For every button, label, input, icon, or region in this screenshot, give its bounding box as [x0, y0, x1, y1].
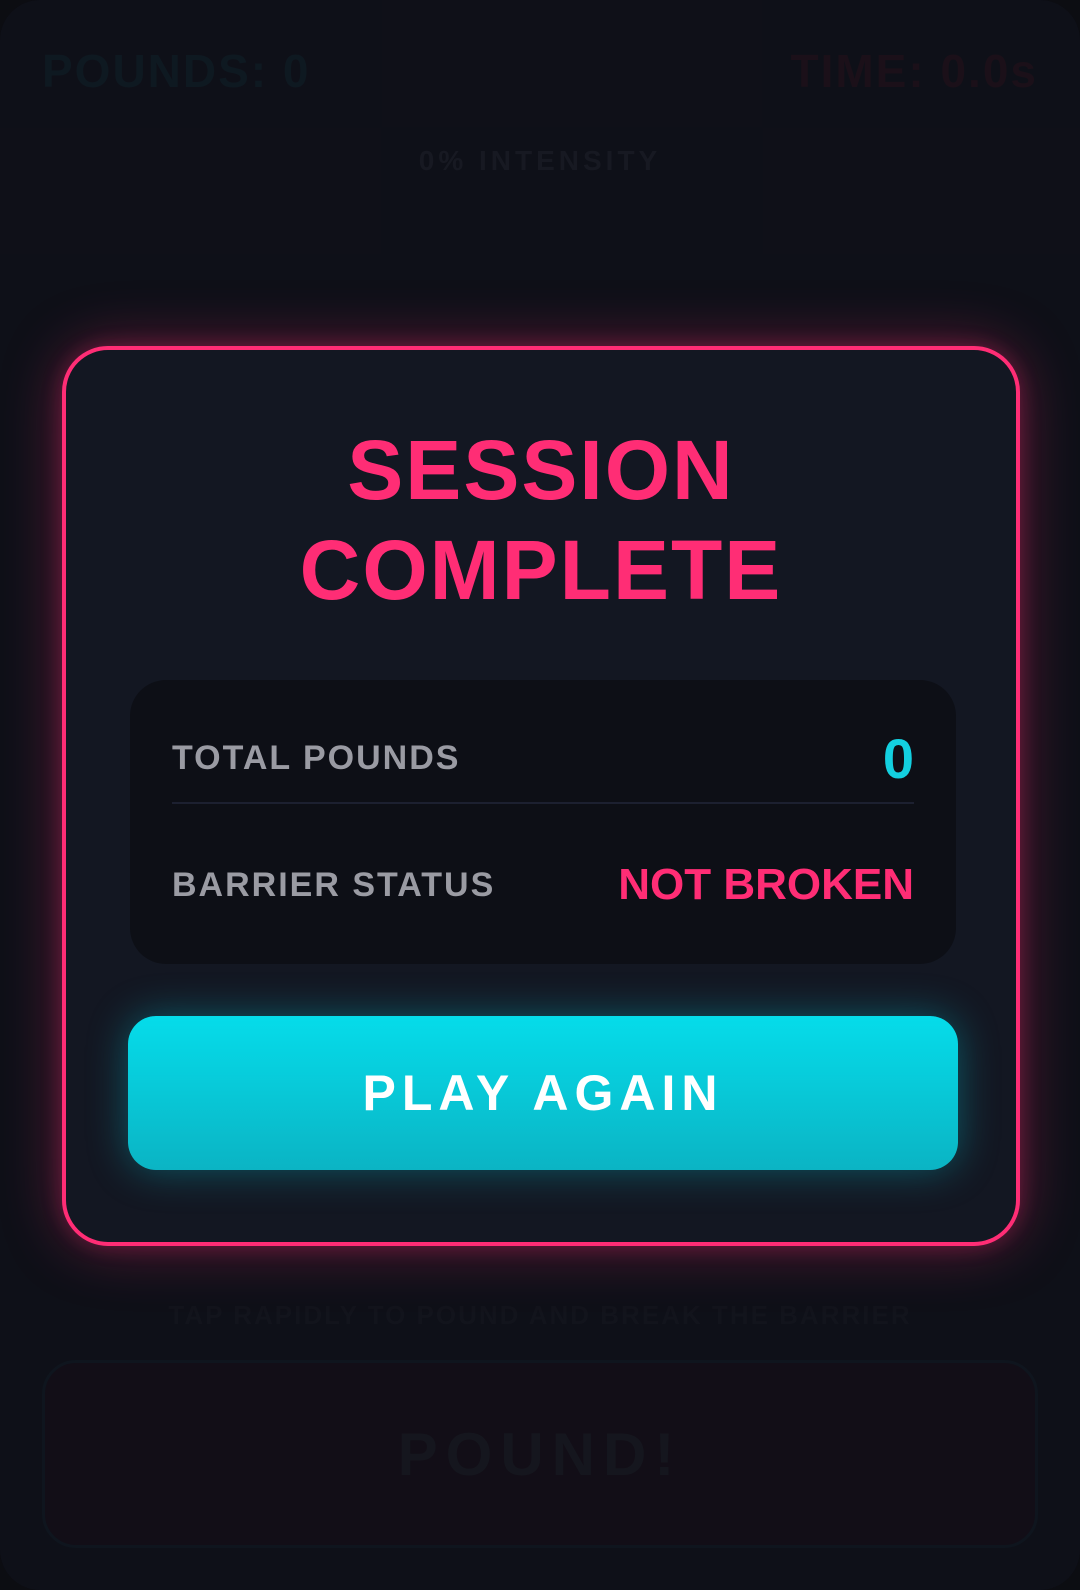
total-pounds-value: 0	[882, 726, 914, 790]
barrier-status-label: BARRIER STATUS	[172, 865, 496, 904]
stat-row-barrier-status: BARRIER STATUS NOT BROKEN	[172, 840, 914, 930]
barrier-status-value: NOT BROKEN	[618, 860, 914, 909]
play-again-button[interactable]: PLAY AGAIN	[128, 1016, 958, 1170]
stat-row-total-pounds: TOTAL POUNDS 0	[172, 714, 914, 804]
title-line-2: COMPLETE	[299, 523, 783, 617]
total-pounds-label: TOTAL POUNDS	[172, 738, 461, 777]
stats-panel: TOTAL POUNDS 0 BARRIER STATUS NOT BROKEN	[130, 680, 956, 964]
game-screen: POUNDS: 0 TIME: 0.0s 0% INTENSITY TAP RA…	[0, 0, 1080, 1590]
title-line-1: SESSION	[347, 423, 735, 517]
modal-title: SESSION COMPLETE	[66, 420, 1016, 620]
session-complete-modal: SESSION COMPLETE TOTAL POUNDS 0 BARRIER …	[62, 346, 1020, 1246]
